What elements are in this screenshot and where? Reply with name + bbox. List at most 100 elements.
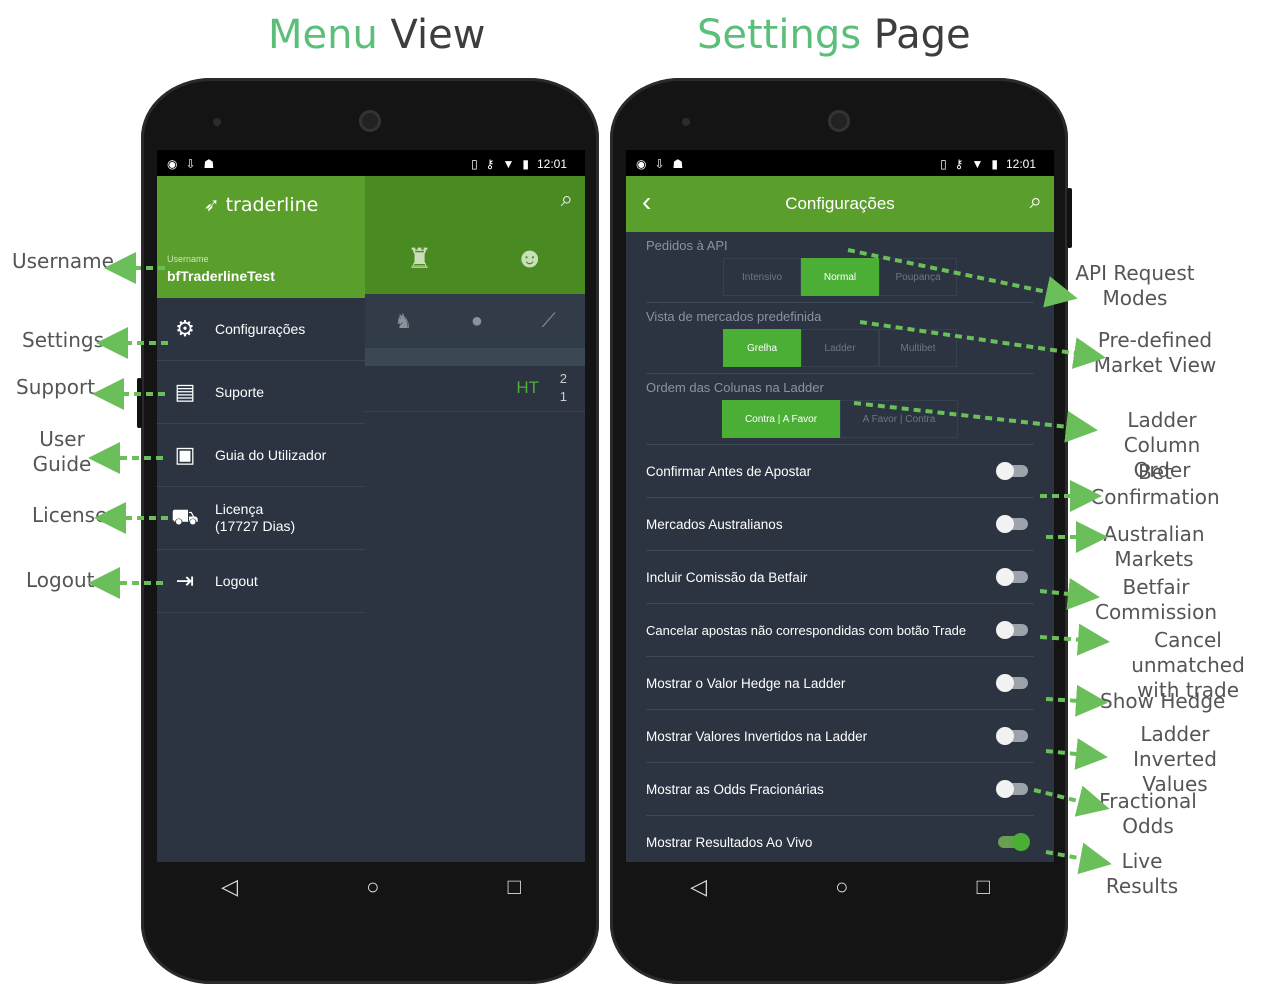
clock: 12:01: [1005, 156, 1036, 171]
option-back-lay[interactable]: A Favor | Contra: [840, 400, 958, 438]
settings-page-heading: Settings Page: [697, 12, 971, 58]
recents-nav-icon[interactable]: □: [508, 874, 521, 900]
sensor-dot: [682, 118, 690, 126]
toggle-row-inverted-values[interactable]: Mostrar Valores Invertidos na Ladder: [646, 710, 1034, 763]
callout-line: Results: [1105, 874, 1179, 898]
hockey-icon[interactable]: ⟋: [542, 310, 556, 333]
callout-settings: Settings: [22, 328, 105, 352]
callout-api-request: API Request Modes: [1070, 261, 1200, 311]
match-row[interactable]: HT 2 1: [365, 366, 585, 412]
toggle-row-betfair-commission[interactable]: Incluir Comissão da Betfair: [646, 551, 1034, 604]
battery-icon: ▮: [991, 156, 998, 171]
search-icon[interactable]: ⌕: [561, 186, 573, 212]
download-icon: ⇩: [654, 156, 665, 171]
search-icon[interactable]: ⌕: [1030, 188, 1042, 214]
traderline-logo: ➶ traderline: [203, 194, 319, 216]
toggle-row-bet-confirmation[interactable]: Confirmar Antes de Apostar: [646, 445, 1034, 498]
section-bar: [365, 348, 585, 366]
add-user-icon[interactable]: ☻: [515, 242, 544, 274]
app-notification-icon: ◉: [167, 156, 178, 171]
toggle-label: Mostrar as Odds Fracionárias: [646, 781, 824, 797]
phone-menu-view: ◉ ⇩ ☗ ▯ ⚷ ▼ ▮ 12:01 ⌕ ♜ ☻ ♞ ● ⟋ HT 2 1 ➶…: [137, 78, 599, 984]
option-ladder[interactable]: Ladder: [801, 329, 879, 367]
menu-item-label: Configurações: [215, 320, 306, 337]
recents-nav-icon[interactable]: □: [977, 874, 990, 900]
toggle-switch[interactable]: [996, 674, 1028, 692]
callout-support: Support: [16, 375, 96, 399]
page-title: Configurações: [785, 194, 895, 213]
callout-user-guide: User Guide: [30, 427, 94, 477]
status-bar: ◉ ⇩ ☗ ▯ ⚷ ▼ ▮ 12:01: [626, 150, 1054, 176]
market-view-segmented: Grelha Ladder Multibet: [646, 329, 1034, 367]
callout-username: Username: [12, 249, 114, 273]
match-score: 2 1: [560, 370, 567, 406]
toggle-switch[interactable]: [996, 621, 1028, 639]
android-nav-bar: ◁ ○ □: [157, 862, 585, 912]
home-nav-icon[interactable]: ○: [366, 874, 379, 900]
toggle-switch[interactable]: [996, 568, 1028, 586]
ladder-order-segmented: Contra | A Favor A Favor | Contra: [646, 400, 1034, 438]
option-lay-back[interactable]: Contra | A Favor: [722, 400, 840, 438]
toggle-row-fractional-odds[interactable]: Mostrar as Odds Fracionárias: [646, 763, 1034, 816]
toggle-switch[interactable]: [996, 780, 1028, 798]
toggle-label: Mostrar o Valor Hedge na Ladder: [646, 675, 846, 691]
gear-icon: ⚙: [175, 316, 195, 341]
callout-line: Odds: [1122, 814, 1174, 838]
toggle-switch[interactable]: [996, 462, 1028, 480]
back-nav-icon[interactable]: ◁: [690, 874, 707, 900]
logo-text: traderline: [225, 194, 319, 216]
chat-icon: ▤: [174, 379, 196, 404]
callout-betfair-commission: Betfair Commission: [1094, 575, 1218, 625]
front-camera: [359, 110, 381, 132]
vibrate-icon: ▯: [940, 156, 947, 171]
callout-line: User: [39, 427, 85, 451]
phone-settings-page: ◉ ⇩ ☗ ▯ ⚷ ▼ ▮ 12:01 ‹ Configurações ⌕ Pedidos …: [610, 78, 1072, 984]
front-camera: [828, 110, 850, 132]
volume-button: [137, 378, 142, 428]
toggle-label: Mostrar Resultados Ao Vivo: [646, 834, 813, 850]
callout-line: Guide: [32, 452, 92, 476]
menu-item-user-guide[interactable]: ▣ Guia do Utilizador: [157, 424, 365, 487]
username-value: bfTraderlineTest: [167, 268, 275, 284]
status-bar: ◉ ⇩ ☗ ▯ ⚷ ▼ ▮ 12:01: [157, 150, 585, 176]
toggle-label: Mostrar Valores Invertidos na Ladder: [646, 728, 868, 744]
menu-item-license[interactable]: ⛟ Licença (17727 Dias): [157, 487, 365, 550]
username-label: Username: [167, 254, 209, 264]
trophy-icon[interactable]: ♜: [407, 242, 432, 275]
toggle-switch[interactable]: [998, 833, 1030, 851]
download-icon: ⇩: [185, 156, 196, 171]
toggle-row-cancel-unmatched[interactable]: Cancelar apostas não correspondidas com …: [646, 604, 1034, 657]
clock: 12:01: [536, 156, 567, 171]
toggle-row-show-hedge[interactable]: Mostrar o Valor Hedge na Ladder: [646, 657, 1034, 710]
score-home: 2: [559, 371, 567, 386]
key-icon: ⚷: [954, 156, 964, 171]
heading-accent: Menu: [268, 12, 378, 58]
heading-rest: Page: [873, 12, 971, 58]
callout-show-hedge: Show Hedge: [1100, 689, 1226, 713]
heading-rest: View: [390, 12, 486, 58]
toggle-row-australian-markets[interactable]: Mercados Australianos: [646, 498, 1034, 551]
menu-item-settings[interactable]: ⚙ Configurações: [157, 298, 365, 361]
home-nav-icon[interactable]: ○: [835, 874, 848, 900]
callout-line: Commission: [1094, 600, 1218, 624]
option-multibet[interactable]: Multibet: [879, 329, 957, 367]
toggle-row-live-results[interactable]: Mostrar Resultados Ao Vivo: [646, 816, 1034, 862]
option-saving[interactable]: Poupança: [879, 258, 957, 296]
basketball-icon[interactable]: ●: [471, 310, 483, 333]
match-status: HT: [516, 378, 539, 397]
callout-line: Betfair: [1122, 575, 1190, 599]
menu-item-logout[interactable]: ⇥ Logout: [157, 550, 365, 613]
option-grid[interactable]: Grelha: [723, 329, 801, 367]
callout-line: Ladder: [1140, 722, 1210, 746]
option-normal[interactable]: Normal: [801, 258, 879, 296]
menu-item-support[interactable]: ▤ Suporte: [157, 361, 365, 424]
android-icon: ☗: [203, 156, 215, 171]
toggle-switch[interactable]: [996, 515, 1028, 533]
option-intensive[interactable]: Intensivo: [723, 258, 801, 296]
horse-racing-icon[interactable]: ♞: [394, 309, 412, 334]
callout-line: Pre-defined: [1097, 328, 1213, 352]
book-icon: ▣: [174, 442, 196, 467]
callout-logout: Logout: [26, 568, 95, 592]
toggle-switch[interactable]: [996, 727, 1028, 745]
back-nav-icon[interactable]: ◁: [221, 874, 238, 900]
